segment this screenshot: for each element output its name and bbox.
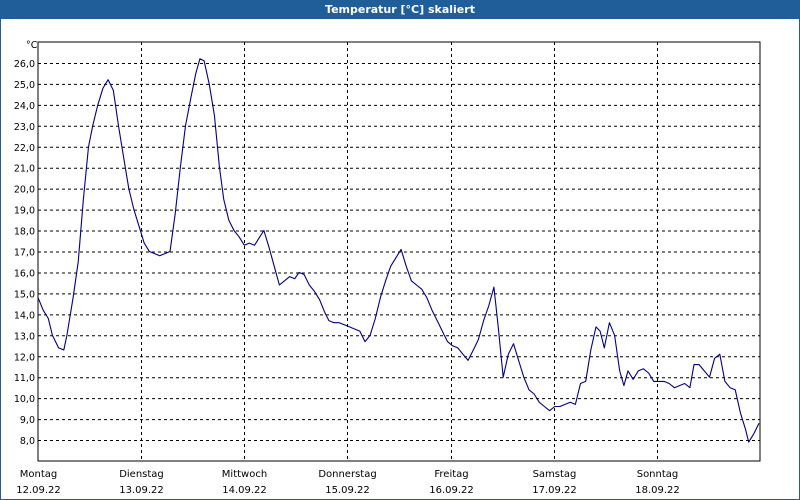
x-day-label: Mittwoch xyxy=(222,469,267,480)
x-day-label: Montag xyxy=(20,469,57,480)
y-tick-label: 26,0 xyxy=(14,59,35,70)
y-tick-label: 9,0 xyxy=(20,415,35,426)
x-day-label: Donnerstag xyxy=(318,469,376,480)
x-axis: Montag 12.09.22 Dienstag 13.09.22 Mittwoch 14… xyxy=(16,469,680,496)
y-tick-label: 11,0 xyxy=(14,373,35,384)
y-tick-label: 22,0 xyxy=(14,143,35,154)
series-layer xyxy=(37,58,760,443)
temperature-chart: 8,0 9,0 10,0 11,0 12,0 13,0 14,0 15,0 16,0 17,0 18… xyxy=(14,40,761,496)
x-date-label: 14.09.22 xyxy=(222,485,267,496)
y-tick-label: 10,0 xyxy=(14,394,35,405)
y-tick-label: 14,0 xyxy=(14,310,35,321)
x-date-label: 12.09.22 xyxy=(16,485,61,496)
y-tick-label: 20,0 xyxy=(14,185,35,196)
x-date-label: 15.09.22 xyxy=(325,485,370,496)
x-day-label: Dienstag xyxy=(119,469,164,480)
x-day-label: Samstag xyxy=(533,469,577,480)
y-tick-label: 17,0 xyxy=(14,248,35,259)
x-day-label: Sonntag xyxy=(637,469,679,480)
y-tick-label: 15,0 xyxy=(14,289,35,300)
y-axis: 8,0 9,0 10,0 11,0 12,0 13,0 14,0 15,0 16,0 17,0 18… xyxy=(14,40,38,447)
y-tick-label: 21,0 xyxy=(14,164,35,175)
x-date-label: 18.09.22 xyxy=(635,485,680,496)
x-date-label: 17.09.22 xyxy=(532,485,577,496)
y-tick-label: 18,0 xyxy=(14,227,35,238)
grid-lines xyxy=(37,41,761,462)
y-tick-label: 12,0 xyxy=(14,352,35,363)
y-tick-label: 23,0 xyxy=(14,122,35,133)
x-day-label: Freitag xyxy=(434,469,468,480)
temperature-series-line xyxy=(37,58,760,443)
y-tick-label: 16,0 xyxy=(14,268,35,279)
y-tick-label: 8,0 xyxy=(20,436,35,447)
y-tick-label: 25,0 xyxy=(14,80,35,91)
y-axis-unit: °C xyxy=(26,40,38,51)
y-tick-label: 24,0 xyxy=(14,101,35,112)
x-date-label: 16.09.22 xyxy=(429,485,474,496)
y-tick-label: 19,0 xyxy=(14,206,35,217)
y-tick-label: 13,0 xyxy=(14,331,35,342)
x-date-label: 13.09.22 xyxy=(119,485,164,496)
